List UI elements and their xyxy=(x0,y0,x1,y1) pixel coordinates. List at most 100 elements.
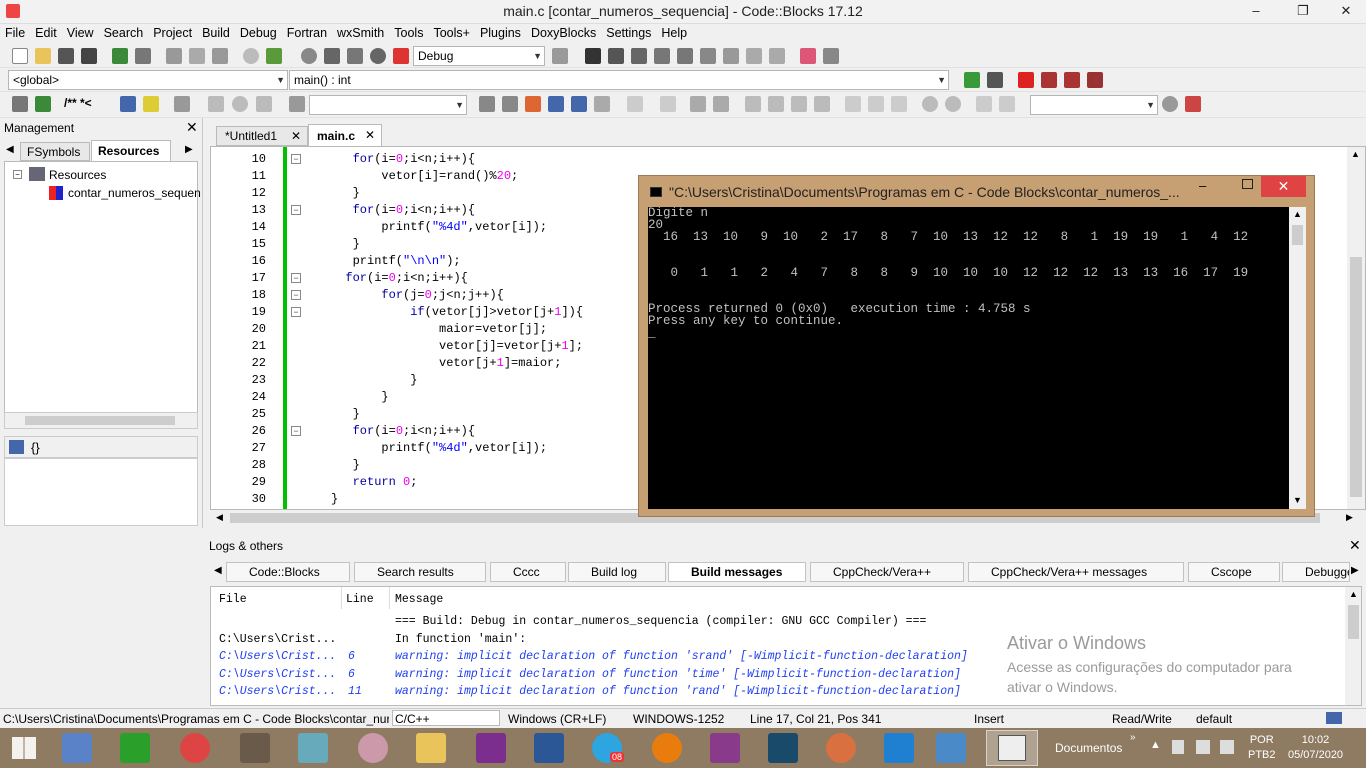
tabs-right-arrow-icon[interactable]: ▶ xyxy=(185,144,193,155)
code-line[interactable]: } xyxy=(331,390,388,404)
console-window[interactable]: "C:\Users\Cristina\Documents\Programas e… xyxy=(638,175,1315,517)
menu-tools[interactable]: Tools xyxy=(389,24,428,42)
next-line-icon[interactable] xyxy=(631,48,647,64)
code-line[interactable]: for(i=0;i<n;i++){ xyxy=(331,271,467,285)
close-tab-icon[interactable]: ✕ xyxy=(291,129,301,143)
codeblocks-taskbar-button[interactable] xyxy=(986,730,1038,766)
network-icon[interactable] xyxy=(1196,740,1210,754)
menu-file[interactable]: File xyxy=(0,24,30,42)
build-run-icon[interactable] xyxy=(347,48,363,64)
code-line[interactable]: } xyxy=(331,373,417,387)
open-file-icon[interactable] xyxy=(35,48,51,64)
select-icon[interactable] xyxy=(627,96,643,112)
menu-tools-plus[interactable]: Tools+ xyxy=(428,24,474,42)
code-line[interactable]: for(j=0;j<n;j++){ xyxy=(331,288,503,302)
clear-search-icon[interactable] xyxy=(289,96,305,112)
console-close-button[interactable]: ✕ xyxy=(1261,176,1306,197)
code-line[interactable]: printf("%4d",vetor[i]); xyxy=(331,441,547,455)
redo-icon[interactable] xyxy=(135,48,151,64)
preferences-icon[interactable] xyxy=(174,96,190,112)
stop-debugger-icon[interactable] xyxy=(769,48,785,64)
close-button[interactable]: ✕ xyxy=(1326,0,1366,22)
form-tool-9-icon[interactable] xyxy=(868,96,884,112)
target-options-icon[interactable] xyxy=(552,48,568,64)
fold-marker-icon[interactable]: − xyxy=(291,426,301,436)
symbol-search-select[interactable]: ▼ xyxy=(1030,95,1158,115)
tabs-left-arrow-icon[interactable]: ◀ xyxy=(6,144,14,155)
undo-icon[interactable] xyxy=(112,48,128,64)
tab-build-log[interactable]: Build log xyxy=(568,562,666,582)
run-to-cursor-icon[interactable] xyxy=(608,48,624,64)
clock[interactable]: 10:02 05/07/2020 xyxy=(1288,733,1343,763)
tab-cppcheck[interactable]: CppCheck/Vera++ xyxy=(810,562,964,582)
next-bookmark-icon[interactable] xyxy=(1064,72,1080,88)
code-line[interactable]: printf("\n\n"); xyxy=(331,254,461,268)
onenote-icon[interactable] xyxy=(476,733,506,763)
horizontal-scrollbar[interactable] xyxy=(4,412,198,429)
code-line[interactable]: vetor[j+1]=maior; xyxy=(331,356,561,370)
file-explorer-icon[interactable] xyxy=(416,733,446,763)
form-tool-5-icon[interactable] xyxy=(768,96,784,112)
logs-tabs-left-arrow-icon[interactable]: ◀ xyxy=(214,565,222,576)
app-notes-icon[interactable] xyxy=(298,733,328,763)
build-settings-icon[interactable] xyxy=(301,48,317,64)
minimize-button[interactable]: – xyxy=(1236,0,1276,22)
menu-doxyblocks[interactable]: DoxyBlocks xyxy=(526,24,601,42)
highlight-icon[interactable] xyxy=(525,96,541,112)
menu-build[interactable]: Build xyxy=(197,24,235,42)
menu-debug[interactable]: Debug xyxy=(235,24,282,42)
maximize-button[interactable]: ❐ xyxy=(1283,0,1323,22)
photos-icon[interactable] xyxy=(936,733,966,763)
log-file-cell[interactable]: C:\Users\Crist... xyxy=(219,650,336,663)
menu-wxsmith[interactable]: wxSmith xyxy=(332,24,389,42)
log-line-cell[interactable]: 6 xyxy=(348,668,355,681)
various-info-icon[interactable] xyxy=(823,48,839,64)
form-tool-10-icon[interactable] xyxy=(891,96,907,112)
column-header-line[interactable]: Line xyxy=(346,593,374,606)
scope-select[interactable]: <global> ▼ xyxy=(8,70,288,90)
form-tool-7-icon[interactable] xyxy=(814,96,830,112)
logs-tabs-right-arrow-icon[interactable]: ▶ xyxy=(1351,565,1359,576)
rebuild-icon[interactable] xyxy=(370,48,386,64)
tree-child-label[interactable]: contar_numeros_sequen xyxy=(68,186,201,200)
code-line[interactable]: } xyxy=(331,237,360,251)
function-select[interactable]: main() : int ▼ xyxy=(289,70,949,90)
tab-fsymbols[interactable]: FSymbols xyxy=(20,142,90,161)
build-messages-list[interactable]: File Line Message === Build: Debug in co… xyxy=(210,586,1362,706)
symbol-c-icon[interactable] xyxy=(999,96,1015,112)
extract-docs-icon[interactable] xyxy=(35,96,51,112)
log-message-cell[interactable]: In function 'main': xyxy=(395,633,526,646)
column-header-file[interactable]: File xyxy=(219,593,247,606)
form-tool-3-icon[interactable] xyxy=(713,96,729,112)
blender-icon[interactable] xyxy=(652,733,682,763)
cut-icon[interactable] xyxy=(166,48,182,64)
tab-cccc[interactable]: Cccc xyxy=(490,562,566,582)
language-indicator[interactable]: POR PTB2 xyxy=(1248,733,1276,763)
column-header-message[interactable]: Message xyxy=(395,593,443,606)
app-book-icon[interactable] xyxy=(768,733,798,763)
fold-marker-icon[interactable]: − xyxy=(291,154,301,164)
find-prev-icon[interactable] xyxy=(479,96,495,112)
build-target-select[interactable]: Debug ▼ xyxy=(413,46,545,66)
vscode-icon[interactable] xyxy=(884,733,914,763)
symbol-search-icon[interactable] xyxy=(1162,96,1178,112)
code-line[interactable]: printf("%4d",vetor[i]); xyxy=(331,220,547,234)
find-icon[interactable] xyxy=(243,48,259,64)
console-scrollbar[interactable]: ▲ ▼ xyxy=(1289,207,1306,509)
pause-icon[interactable] xyxy=(746,48,762,64)
tree-root-label[interactable]: Resources xyxy=(49,168,106,182)
tab-codeblocks-log[interactable]: Code::Blocks xyxy=(226,562,350,582)
debug-run-icon[interactable] xyxy=(585,48,601,64)
jump-back-icon[interactable] xyxy=(964,72,980,88)
code-line[interactable]: if(vetor[j]>vetor[j+1]){ xyxy=(331,305,583,319)
code-line[interactable]: for(i=0;i<n;i++){ xyxy=(331,424,475,438)
nav-back-icon[interactable] xyxy=(208,96,224,112)
code-line[interactable]: for(i=0;i<n;i++){ xyxy=(331,203,475,217)
symbol-s-icon[interactable] xyxy=(976,96,992,112)
logs-scrollbar[interactable]: ▲ xyxy=(1345,587,1361,705)
fold-marker-icon[interactable]: − xyxy=(291,205,301,215)
match-case-icon[interactable] xyxy=(571,96,587,112)
winrar-icon[interactable] xyxy=(710,733,740,763)
app-hand-icon[interactable] xyxy=(826,733,856,763)
copy-icon[interactable] xyxy=(189,48,205,64)
